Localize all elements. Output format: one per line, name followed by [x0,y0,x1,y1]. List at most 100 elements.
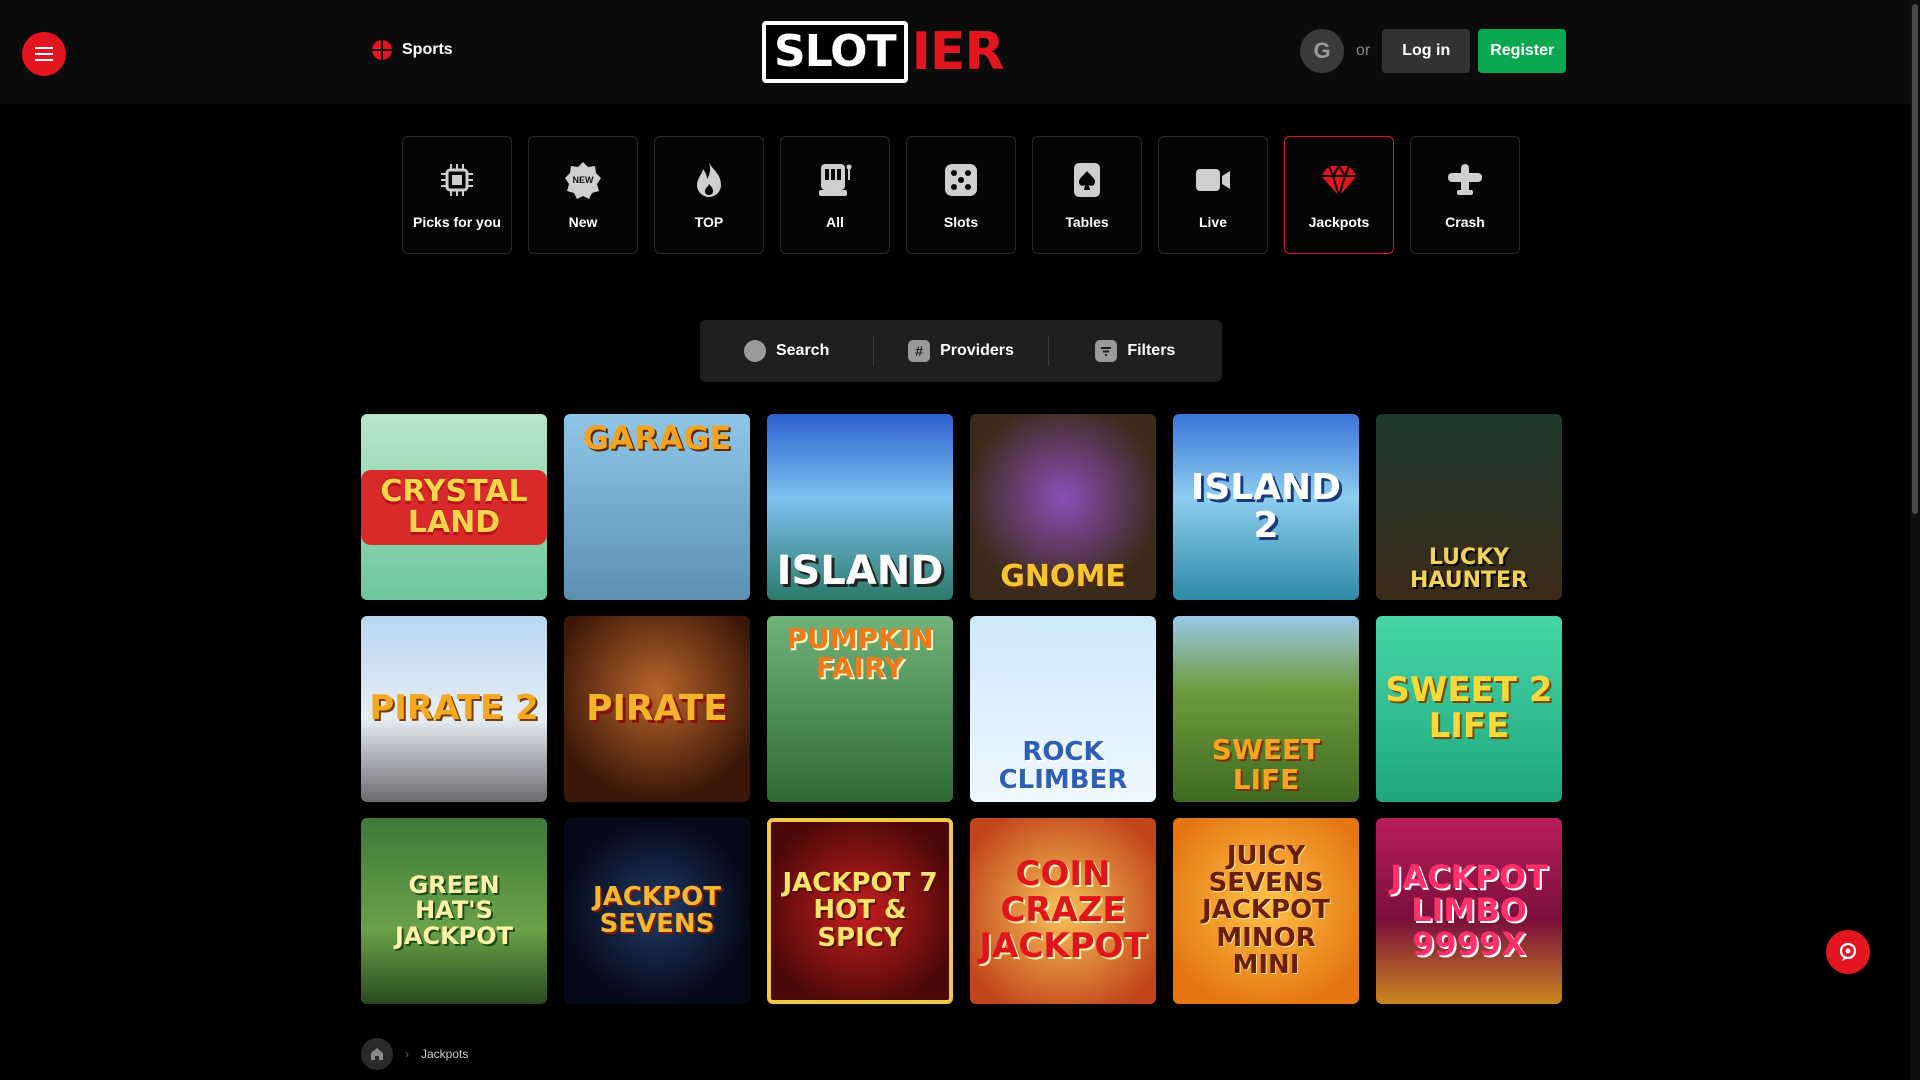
filters-button[interactable]: Filters [1047,336,1222,366]
google-icon: G [1313,38,1331,63]
or-label: or [1356,42,1371,59]
game-title: SWEET LIFE [1211,733,1321,796]
slot-machine-icon [815,160,855,200]
game-tile-green-hats-jackpot[interactable]: Green Hat's JACKPOT [361,818,547,1004]
category-all[interactable]: All [780,136,890,254]
top-header: Sports SLOT IER G or Log in Register [0,0,1920,104]
games-grid: CRYSTAL LAND GARAGE ISLAND GNOME ISLAND … [361,414,1562,1004]
category-slots[interactable]: Slots [906,136,1016,254]
category-label: Crash [1445,214,1485,230]
game-tile-pirate-2[interactable]: PIRATE 2 [361,616,547,802]
fire-icon [689,160,729,200]
providers-button[interactable]: # Providers [873,336,1047,366]
game-tile-island-2[interactable]: ISLAND 2 [1173,414,1359,600]
category-live[interactable]: Live [1158,136,1268,254]
game-title: GNOME [1000,558,1126,594]
chat-icon [1839,942,1857,961]
game-title: JUICY Sevens JACKPOT MINOR MINI [1202,840,1330,980]
logo-right: IER [911,22,1005,82]
game-tile-island[interactable]: ISLAND [767,414,953,600]
search-icon [743,340,766,362]
game-tile-pirate[interactable]: PIRATE [564,616,750,802]
game-tile-jackpot-limbo[interactable]: JACKPOT LIMBO 9999x [1376,818,1562,1004]
game-title: JACKPOT LIMBO 9999x [1390,857,1548,963]
category-label: Jackpots [1308,214,1370,230]
hamburger-icon [35,53,53,55]
game-title: Green Hat's JACKPOT [394,871,514,950]
game-title: PIRATE [586,688,728,730]
gem-icon [1319,160,1359,200]
category-crash[interactable]: Crash [1410,136,1520,254]
sports-link[interactable]: Sports [372,40,453,60]
category-nav: Picks for you NEW New TOP All Slots Tabl… [402,136,1520,254]
home-icon [371,1048,383,1060]
filters-label: Filters [1127,342,1176,359]
game-tile-crystal-land[interactable]: CRYSTAL LAND [361,414,547,600]
game-title: SWEET 2 LIFE [1385,670,1553,746]
register-button[interactable]: Register [1478,29,1567,73]
chevron-right-icon: › [405,1047,409,1061]
breadcrumb: › Jackpots [361,1038,468,1070]
providers-label: Providers [940,342,1014,359]
game-title: PUMPKIN FAIRY [786,622,934,685]
ai-chip-icon [437,160,477,200]
search-button[interactable]: Search [700,320,873,382]
category-label: New [568,214,598,230]
plane-icon [1445,160,1485,200]
sports-label: Sports [402,41,453,58]
dice-icon [941,160,981,200]
game-title: JACKPOT SEVENS [593,881,721,939]
category-label: TOP [694,214,724,230]
category-top[interactable]: TOP [654,136,764,254]
game-toolbar: Search # Providers Filters [700,320,1222,382]
game-tile-lucky-haunter[interactable]: LUCKY HAUNTER [1376,414,1562,600]
spade-card-icon [1067,160,1107,200]
support-chat-button[interactable] [1826,930,1870,974]
hash-icon: # [908,340,931,362]
category-tables[interactable]: Tables [1032,136,1142,254]
search-label: Search [775,342,830,359]
game-title: ISLAND 2 [1190,467,1342,546]
game-tile-sweet-life[interactable]: SWEET LIFE [1173,616,1359,802]
category-new[interactable]: NEW New [528,136,638,254]
logo-left: SLOT [762,21,908,83]
game-tile-jackpot-sevens[interactable]: JACKPOT SEVENS [564,818,750,1004]
category-label: Live [1198,214,1227,230]
login-button[interactable]: Log in [1382,29,1471,73]
game-title: GARAGE [582,419,732,457]
game-title: ROCK CLIMBER [998,737,1128,795]
category-label: Picks for you [413,214,501,230]
page-scrollbar[interactable] [1910,0,1920,1080]
game-tile-juicy-sevens-jackpot[interactable]: JUICY Sevens JACKPOT MINOR MINI [1173,818,1359,1004]
game-tile-sweet-2-life[interactable]: SWEET 2 LIFE [1376,616,1562,802]
basketball-icon [372,40,392,60]
game-tile-pumpkin-fairy[interactable]: PUMPKIN FAIRY [767,616,953,802]
site-logo[interactable]: SLOT IER [762,20,1004,84]
game-tile-gnome[interactable]: GNOME [970,414,1156,600]
game-title: JACKPOT 7 HOT & SPICY [782,868,938,953]
category-label: Slots [943,214,979,230]
menu-button[interactable] [22,32,66,76]
game-tile-garage[interactable]: GARAGE [564,414,750,600]
category-label: All [826,214,844,230]
game-title: COIN CRAZE JACKPOT [979,854,1147,966]
game-tile-coin-craze-jackpot[interactable]: COIN CRAZE JACKPOT [970,818,1156,1004]
game-title: ISLAND [776,548,944,594]
game-tile-jackpot-hot-spicy[interactable]: JACKPOT 7 HOT & SPICY [767,818,953,1004]
new-badge-text: NEW [573,175,595,185]
video-camera-icon [1193,160,1233,200]
filter-icon [1095,340,1118,362]
category-jackpots[interactable]: Jackpots [1284,136,1394,254]
google-login-button[interactable]: G [1300,29,1344,73]
scrollbar-thumb[interactable] [1912,4,1918,514]
category-picks-for-you[interactable]: Picks for you [402,136,512,254]
game-title: CRYSTAL LAND [361,469,547,545]
category-label: Tables [1065,214,1109,230]
game-title: LUCKY HAUNTER [1409,544,1528,593]
breadcrumb-current: Jackpots [421,1047,469,1061]
breadcrumb-home[interactable] [361,1038,393,1070]
auth-area: G or Log in Register [1300,29,1567,73]
game-tile-rock-climber[interactable]: ROCK CLIMBER [970,616,1156,802]
new-badge-icon: NEW [563,160,603,200]
game-title: PIRATE 2 [369,688,539,729]
